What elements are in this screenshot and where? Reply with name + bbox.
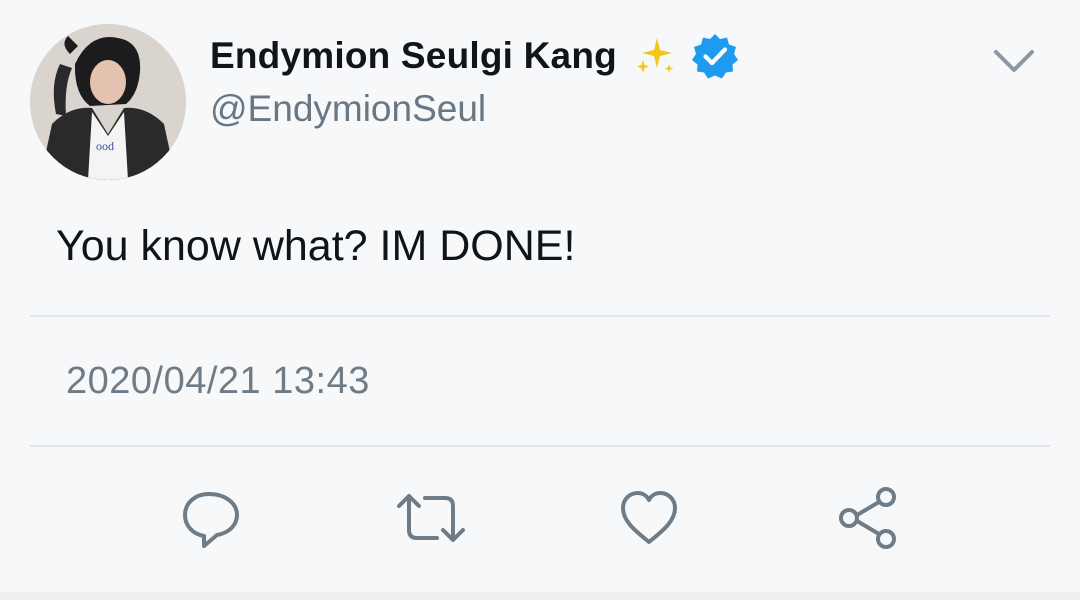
like-button[interactable] bbox=[613, 482, 685, 554]
svg-text:ood: ood bbox=[96, 139, 114, 153]
divider bbox=[30, 315, 1050, 317]
sparkles-icon bbox=[636, 38, 674, 73]
author-display-name[interactable]: Endymion Seulgi Kang bbox=[210, 35, 617, 77]
author-handle[interactable]: @EndymionSeul bbox=[210, 88, 486, 130]
like-icon bbox=[621, 491, 677, 544]
author-avatar[interactable]: ood bbox=[30, 24, 186, 180]
retweet-icon bbox=[397, 494, 465, 542]
tweet-card: ood Endymion Seulgi Kang @EndymionSeul Y… bbox=[0, 0, 1080, 600]
author-name-row: Endymion Seulgi Kang bbox=[210, 30, 739, 82]
tweet-timestamp: 2020/04/21 13:43 bbox=[66, 360, 370, 402]
divider bbox=[30, 445, 1050, 447]
profile-photo: ood bbox=[30, 24, 186, 180]
reply-button[interactable] bbox=[175, 482, 247, 554]
reply-icon bbox=[183, 492, 239, 548]
share-icon bbox=[839, 487, 896, 549]
retweet-button[interactable] bbox=[395, 482, 467, 554]
chevron-down-icon[interactable] bbox=[990, 44, 1038, 78]
share-button[interactable] bbox=[832, 482, 904, 554]
verified-badge-icon bbox=[691, 34, 738, 79]
tweet-text: You know what? IM DONE! bbox=[56, 222, 576, 270]
bottom-border bbox=[0, 592, 1080, 600]
